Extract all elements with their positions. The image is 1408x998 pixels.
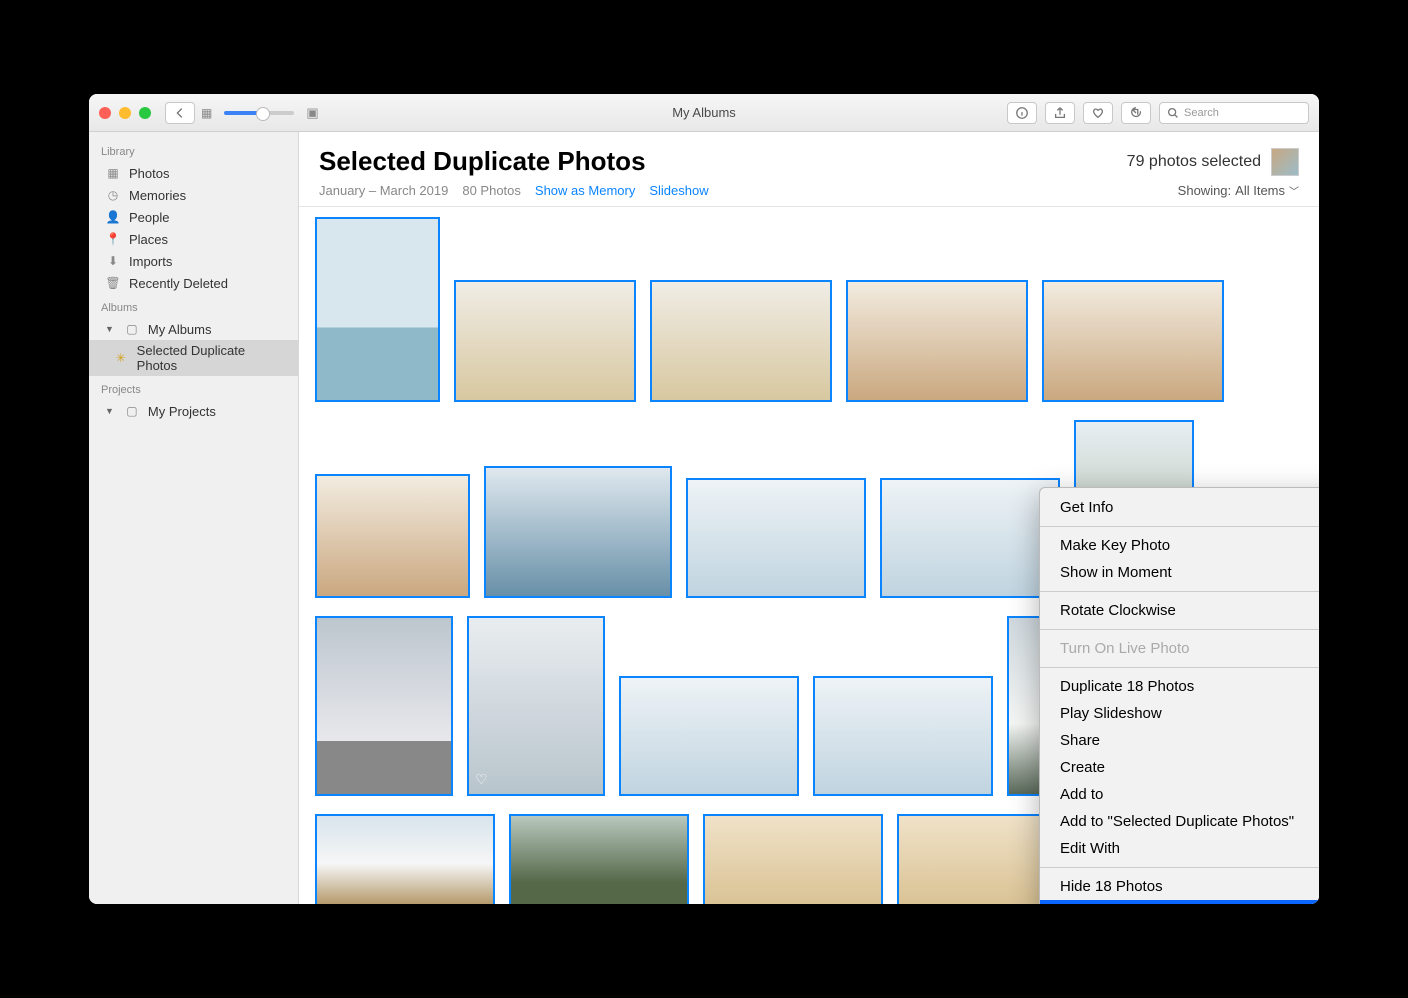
menu-add-to[interactable]: Add to▶ [1040, 781, 1319, 808]
menu-separator [1040, 667, 1319, 668]
trash-icon: 🗑 [105, 275, 121, 291]
menu-duplicate[interactable]: Duplicate 18 Photos [1040, 673, 1319, 700]
photo-thumbnail[interactable] [454, 280, 636, 402]
selection-count: 79 photos selected [1127, 153, 1261, 171]
sidebar-item-people[interactable]: 👤People [89, 206, 298, 228]
menu-separator [1040, 591, 1319, 592]
menu-make-key-photo[interactable]: Make Key Photo [1040, 532, 1319, 559]
sidebar-item-imports[interactable]: ⬇Imports [89, 250, 298, 272]
share-icon [1053, 106, 1067, 120]
chevron-down-icon: ﹀ [1289, 183, 1299, 198]
folder-icon: ▢ [124, 403, 140, 419]
rotate-button[interactable] [1121, 102, 1151, 124]
grid-large-icon: ▣ [306, 105, 318, 121]
key-photo-thumbnail[interactable] [1271, 148, 1299, 176]
app-window: ▦ ▣ My Albums Search Library ▦Photos ◷Me… [89, 94, 1319, 904]
photo-thumbnail[interactable] [484, 466, 672, 598]
share-button[interactable] [1045, 102, 1075, 124]
photo-thumbnail[interactable] [686, 478, 866, 598]
show-as-memory-link[interactable]: Show as Memory [535, 183, 635, 198]
menu-delete-photos[interactable]: Delete 18 Photos [1040, 900, 1319, 904]
window-title: My Albums [672, 105, 736, 120]
showing-filter[interactable]: Showing: All Items ﹀ [1178, 183, 1299, 198]
info-icon [1015, 106, 1029, 120]
album-icon: ✳ [113, 350, 129, 366]
menu-play-slideshow[interactable]: Play Slideshow [1040, 700, 1319, 727]
sidebar-item-recently-deleted[interactable]: 🗑Recently Deleted [89, 272, 298, 294]
menu-hide-photos[interactable]: Hide 18 Photos [1040, 873, 1319, 900]
favorite-icon: ♡ [475, 771, 488, 788]
sidebar-item-memories[interactable]: ◷Memories [89, 184, 298, 206]
photo-thumbnail[interactable] [315, 814, 495, 904]
menu-create[interactable]: Create▶ [1040, 754, 1319, 781]
photo-thumbnail[interactable] [619, 676, 799, 796]
menu-show-in-moment[interactable]: Show in Moment [1040, 559, 1319, 586]
back-button[interactable] [165, 102, 195, 124]
person-icon: 👤 [105, 209, 121, 225]
photo-thumbnail[interactable] [315, 217, 440, 402]
chevron-left-icon [173, 106, 187, 120]
folder-icon: ▢ [124, 321, 140, 337]
sidebar-section-albums: Albums [89, 298, 298, 318]
heart-icon [1091, 106, 1105, 120]
search-field[interactable]: Search [1159, 102, 1309, 124]
photo-thumbnail[interactable] [846, 280, 1028, 402]
clock-icon: ◷ [105, 187, 121, 203]
search-placeholder: Search [1184, 107, 1219, 119]
photo-count: 80 Photos [462, 183, 521, 198]
sidebar-item-photos[interactable]: ▦Photos [89, 162, 298, 184]
photo-thumbnail[interactable] [1042, 280, 1224, 402]
content-header: Selected Duplicate Photos 79 photos sele… [299, 132, 1319, 207]
date-range: January – March 2019 [319, 183, 448, 198]
rotate-icon [1129, 106, 1143, 120]
menu-rotate-clockwise[interactable]: Rotate Clockwise [1040, 597, 1319, 624]
photo-thumbnail[interactable] [509, 814, 689, 904]
download-icon: ⬇ [105, 253, 121, 269]
page-title: Selected Duplicate Photos [319, 146, 646, 177]
info-button[interactable] [1007, 102, 1037, 124]
photo-thumbnail[interactable] [315, 474, 470, 598]
photo-thumbnail[interactable] [703, 814, 883, 904]
minimize-window-button[interactable] [119, 107, 131, 119]
photo-thumbnail[interactable] [315, 616, 453, 796]
photo-thumbnail[interactable] [880, 478, 1060, 598]
zoom-slider[interactable] [224, 111, 294, 115]
close-window-button[interactable] [99, 107, 111, 119]
menu-edit-with[interactable]: Edit With▶ [1040, 835, 1319, 862]
sidebar-item-selected-duplicate-photos[interactable]: ✳Selected Duplicate Photos [89, 340, 298, 376]
sidebar: Library ▦Photos ◷Memories 👤People 📍Place… [89, 132, 299, 904]
titlebar: ▦ ▣ My Albums Search [89, 94, 1319, 132]
favorite-button[interactable] [1083, 102, 1113, 124]
menu-turn-on-live-photo: Turn On Live Photo [1040, 635, 1319, 662]
grid-small-icon: ▦ [201, 106, 212, 120]
menu-share[interactable]: Share▶ [1040, 727, 1319, 754]
photo-thumbnail[interactable] [813, 676, 993, 796]
menu-separator [1040, 629, 1319, 630]
sidebar-section-projects: Projects [89, 380, 298, 400]
menu-separator [1040, 526, 1319, 527]
photo-thumbnail[interactable]: ♡ [467, 616, 605, 796]
sidebar-section-library: Library [89, 142, 298, 162]
menu-separator [1040, 867, 1319, 868]
menu-add-to-album[interactable]: Add to "Selected Duplicate Photos" [1040, 808, 1319, 835]
disclosure-triangle-icon[interactable]: ▼ [105, 324, 114, 334]
photo-thumbnail[interactable] [650, 280, 832, 402]
sidebar-item-places[interactable]: 📍Places [89, 228, 298, 250]
search-icon [1166, 106, 1180, 120]
context-menu: Get Info Make Key Photo Show in Moment R… [1039, 487, 1319, 904]
pin-icon: 📍 [105, 231, 121, 247]
window-controls [99, 107, 151, 119]
sidebar-item-my-albums[interactable]: ▼▢My Albums [89, 318, 298, 340]
sidebar-item-my-projects[interactable]: ▼▢My Projects [89, 400, 298, 422]
menu-get-info[interactable]: Get Info [1040, 494, 1319, 521]
slideshow-link[interactable]: Slideshow [649, 183, 708, 198]
main-content: Selected Duplicate Photos 79 photos sele… [299, 132, 1319, 904]
zoom-window-button[interactable] [139, 107, 151, 119]
disclosure-triangle-icon[interactable]: ▼ [105, 406, 114, 416]
photos-icon: ▦ [105, 165, 121, 181]
photo-grid: ♡ Get Info Make Key Photo [299, 207, 1319, 904]
